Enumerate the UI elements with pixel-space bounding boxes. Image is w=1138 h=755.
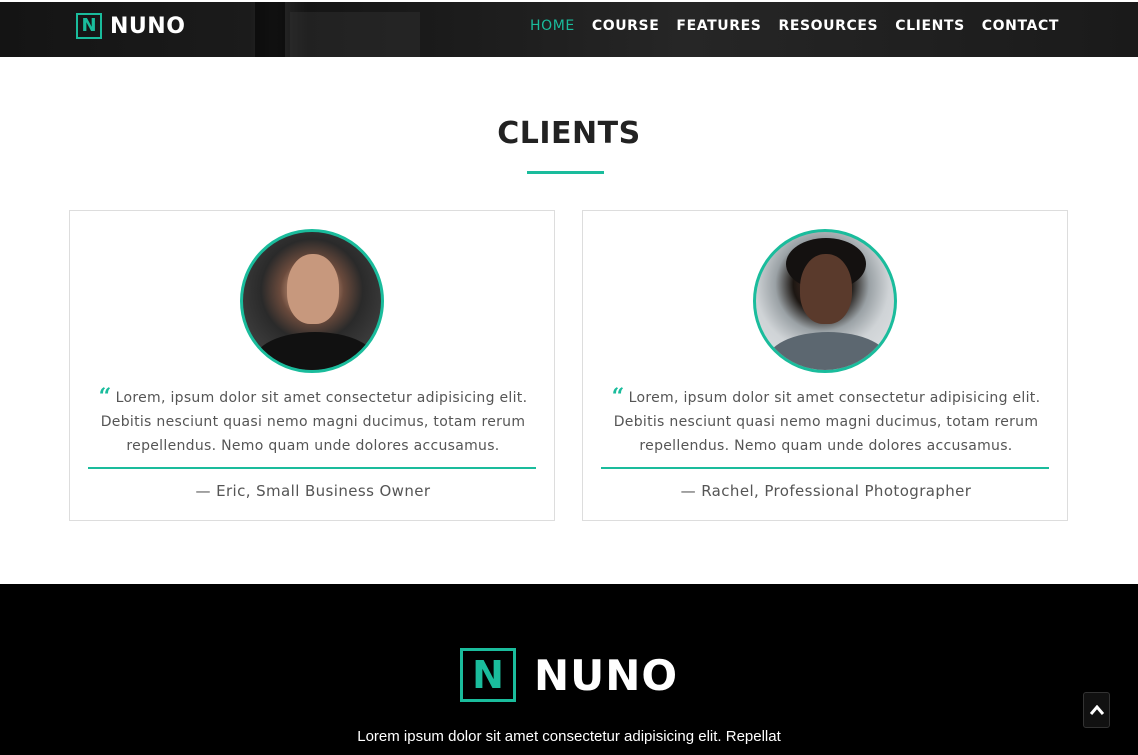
nav-item-course[interactable]: COURSE — [592, 18, 660, 34]
footer: N NUNO Lorem ipsum dolor sit amet consec… — [0, 584, 1138, 755]
quote-icon: “ — [98, 384, 112, 410]
nav-item-clients[interactable]: CLIENTS — [895, 18, 965, 34]
avatar-shirt — [253, 332, 377, 370]
navbar: N NUNO HOME COURSE FEATURES RESOURCES CL… — [0, 0, 1138, 57]
hero-backdrop-shape — [255, 2, 285, 57]
avatar — [753, 229, 897, 373]
hero-backdrop-panel — [290, 12, 420, 57]
nav-item-contact[interactable]: CONTACT — [982, 18, 1059, 34]
testimonial-quote: Lorem, ipsum dolor sit amet consectetur … — [100, 390, 528, 454]
section-title: CLIENTS — [497, 116, 641, 151]
logo-mark-icon: N — [76, 13, 102, 39]
footer-logo: N NUNO — [460, 648, 678, 702]
nav-item-features[interactable]: FEATURES — [676, 18, 761, 34]
client-card-rachel: “Lorem, ipsum dolor sit amet consectetur… — [582, 210, 1068, 521]
avatar-face — [800, 254, 852, 324]
footer-description: Lorem ipsum dolor sit amet consectetur a… — [357, 728, 781, 745]
card-divider — [88, 467, 536, 469]
testimonial-author: — Rachel, Professional Photographer — [680, 482, 972, 500]
brand-name: NUNO — [110, 13, 186, 39]
nav-menu: HOME COURSE FEATURES RESOURCES CLIENTS C… — [530, 18, 1059, 34]
footer-brand-name: NUNO — [534, 650, 679, 700]
nav-item-home[interactable]: HOME — [530, 18, 575, 34]
title-underline — [527, 171, 604, 174]
nav-item-resources[interactable]: RESOURCES — [778, 18, 878, 34]
avatar-shirt — [766, 332, 890, 370]
quote-icon: “ — [611, 384, 625, 410]
avatar-face — [287, 254, 339, 324]
testimonial-text: “Lorem, ipsum dolor sit amet consectetur… — [88, 385, 538, 458]
brand-logo[interactable]: N NUNO — [76, 13, 185, 39]
chevron-up-icon — [1089, 705, 1104, 715]
avatar — [240, 229, 384, 373]
card-divider — [601, 467, 1049, 469]
testimonial-quote: Lorem, ipsum dolor sit amet consectetur … — [613, 390, 1041, 454]
back-to-top-button[interactable] — [1083, 692, 1110, 728]
client-card-eric: “Lorem, ipsum dolor sit amet consectetur… — [69, 210, 555, 521]
testimonial-author: — Eric, Small Business Owner — [195, 482, 431, 500]
testimonial-text: “Lorem, ipsum dolor sit amet consectetur… — [601, 385, 1051, 458]
logo-mark-icon: N — [460, 648, 516, 702]
